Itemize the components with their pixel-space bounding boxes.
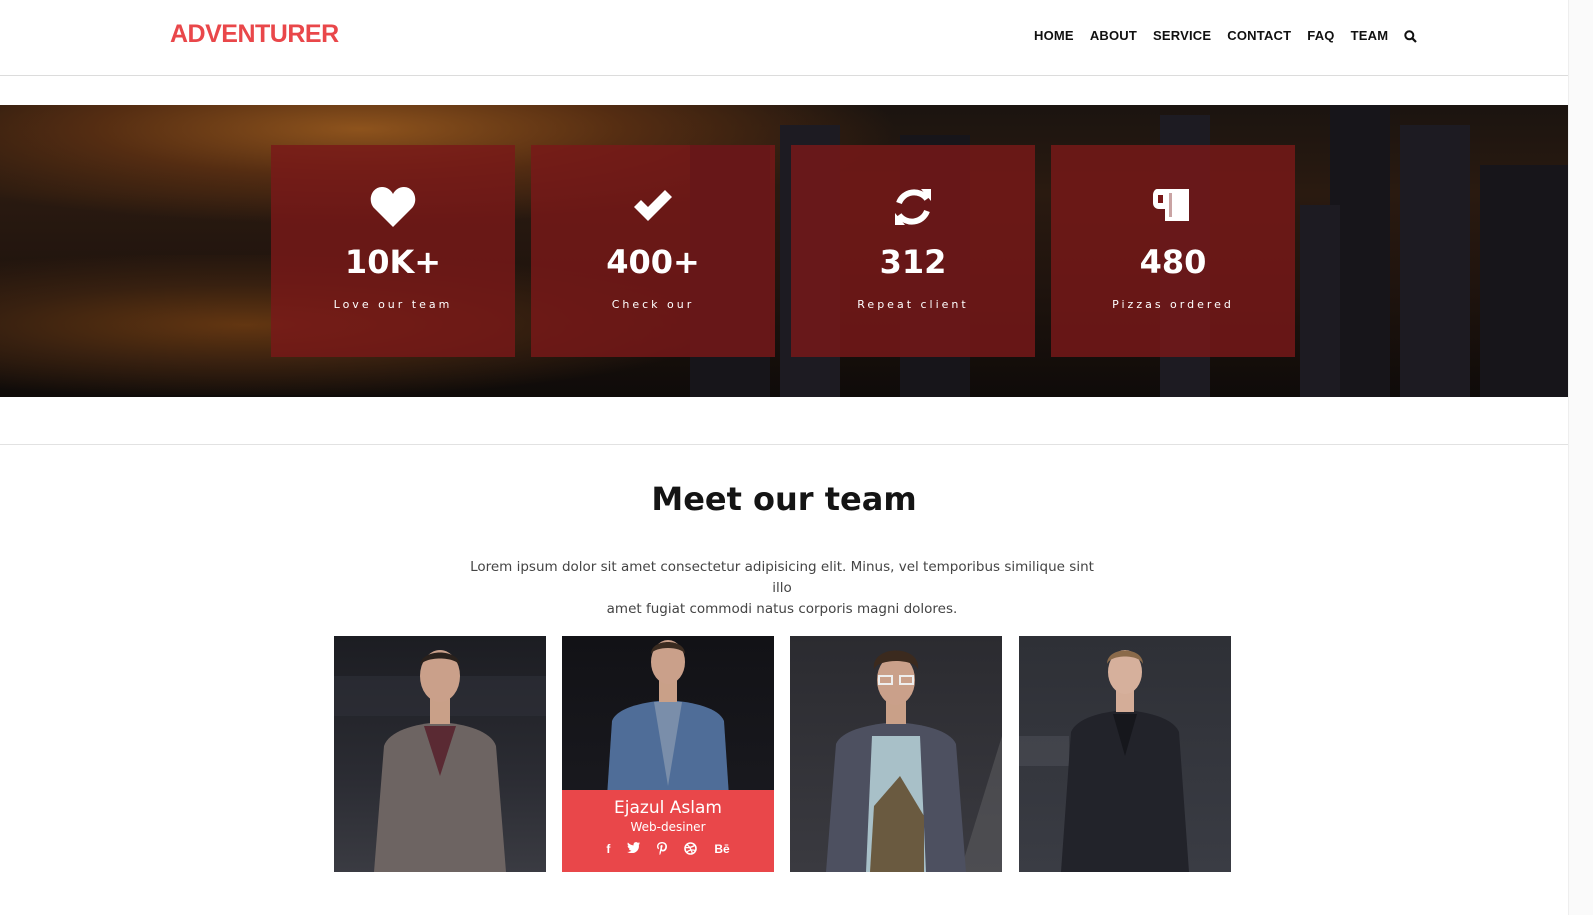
building [1400,125,1470,397]
stat-value: 480 [1139,243,1207,281]
section-divider [0,444,1568,445]
team-description-line: Lorem ipsum dolor sit amet consectetur a… [470,559,1094,596]
nav-faq[interactable]: FAQ [1307,28,1334,43]
behance-icon[interactable]: Bē [714,842,729,858]
building [1300,205,1340,397]
team-card[interactable] [1019,636,1231,872]
team-description-line: amet fugiat commodi natus corporis magni… [606,601,958,617]
stat-label: Pizzas ordered [1112,298,1234,311]
team-photo [826,650,1002,872]
logo[interactable]: ADVENTURER [170,20,339,49]
team-photo [334,650,546,872]
heart-icon [271,185,515,231]
team-card[interactable]: Ejazul Aslam Web-desiner f Bē [562,636,774,872]
twitter-icon[interactable] [627,842,641,858]
member-name: Ejazul Aslam [614,798,722,818]
team-title: Meet our team [651,480,917,518]
pinterest-icon[interactable] [657,842,668,858]
nav-team[interactable]: TEAM [1351,28,1389,43]
stat-card-repeat: 312 Repeat client [791,145,1035,357]
team-card[interactable] [790,636,1002,872]
stat-value: 312 [879,243,947,281]
stat-label: Check our [611,298,695,311]
stat-label: Repeat client [857,298,969,311]
mug-icon [1051,185,1295,231]
nav-contact[interactable]: CONTACT [1227,28,1291,43]
stat-value: 400+ [606,243,700,281]
search-icon[interactable] [1404,29,1418,43]
team-photo [1019,650,1189,872]
stats-banner: 10K+ Love our team 400+ Check our 312 Re… [0,105,1568,397]
check-icon [531,185,775,231]
scrollbar[interactable] [1568,0,1593,915]
team-description: Lorem ipsum dolor sit amet consectetur a… [470,557,1094,620]
stat-card-check: 400+ Check our [531,145,775,357]
site-header: ADVENTURER HOME ABOUT SERVICE CONTACT FA… [0,0,1593,76]
building [1480,165,1568,397]
dribbble-icon[interactable] [684,842,698,858]
nav-about[interactable]: ABOUT [1090,28,1137,43]
stat-card-pizza: 480 Pizzas ordered [1051,145,1295,357]
member-info-overlay: Ejazul Aslam Web-desiner f Bē [562,790,774,872]
main-nav: HOME ABOUT SERVICE CONTACT FAQ TEAM [1034,28,1418,43]
team-card[interactable] [334,636,546,872]
nav-service[interactable]: SERVICE [1153,28,1211,43]
refresh-icon [791,185,1035,231]
stat-label: Love our team [333,298,453,311]
social-links: f Bē [562,842,774,858]
stat-value: 10K+ [344,243,442,281]
nav-home[interactable]: HOME [1034,28,1074,43]
facebook-icon[interactable]: f [606,842,610,858]
member-role: Web-desiner [630,820,706,834]
stat-card-love: 10K+ Love our team [271,145,515,357]
